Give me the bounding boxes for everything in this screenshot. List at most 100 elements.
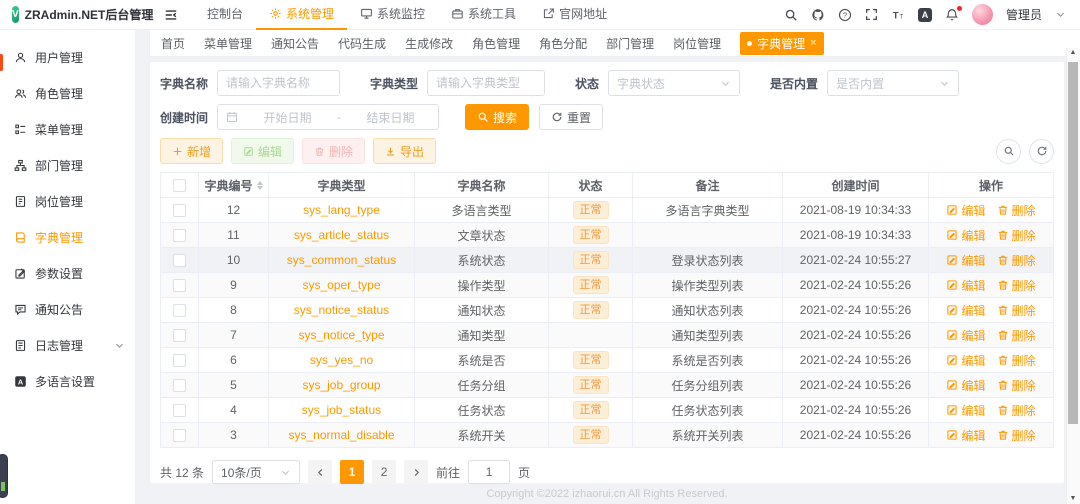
- scrollbar[interactable]: ▲ ▼: [1066, 30, 1080, 504]
- top-nav-item[interactable]: 控制台: [194, 0, 256, 30]
- row-delete-button[interactable]: 删除: [997, 402, 1036, 419]
- show-search-icon[interactable]: [996, 138, 1021, 164]
- row-edit-button[interactable]: 编辑: [946, 277, 986, 294]
- builtin-select[interactable]: 是否内置: [827, 70, 960, 96]
- sidebar-item[interactable]: 部门管理: [0, 147, 135, 183]
- col-dict-id[interactable]: 字典编号: [199, 173, 269, 198]
- row-checkbox[interactable]: [173, 353, 186, 367]
- row-edit-button[interactable]: 编辑: [946, 302, 986, 319]
- page-button[interactable]: 2: [372, 460, 397, 484]
- row-delete-button[interactable]: 删除: [997, 377, 1036, 394]
- floating-widget[interactable]: [0, 454, 8, 498]
- row-checkbox[interactable]: [173, 203, 186, 217]
- logo[interactable]: V ZRAdmin.NET后台管理: [0, 6, 153, 23]
- row-checkbox[interactable]: [173, 278, 186, 292]
- row-delete-button[interactable]: 删除: [997, 302, 1036, 319]
- scroll-up-icon[interactable]: ▲: [1066, 49, 1080, 56]
- tab-item[interactable]: 首页: [161, 35, 185, 52]
- dict-type-link[interactable]: sys_normal_disable: [269, 423, 415, 448]
- row-edit-button[interactable]: 编辑: [946, 202, 986, 219]
- tab-item[interactable]: 菜单管理: [204, 35, 252, 52]
- search-button[interactable]: 搜索: [465, 104, 530, 130]
- page-button[interactable]: 1: [340, 460, 365, 484]
- dict-name-input[interactable]: [217, 70, 341, 96]
- tab-item[interactable]: 生成修改: [405, 35, 453, 52]
- dict-type-link[interactable]: sys_job_group: [269, 373, 415, 398]
- row-delete-button[interactable]: 删除: [997, 277, 1036, 294]
- refresh-table-icon[interactable]: [1029, 138, 1054, 164]
- row-edit-button[interactable]: 编辑: [946, 377, 986, 394]
- export-button[interactable]: 导出: [373, 138, 437, 164]
- row-delete-button[interactable]: 删除: [997, 427, 1036, 444]
- scroll-down-icon[interactable]: ▼: [1066, 495, 1080, 502]
- github-icon[interactable]: [811, 8, 825, 22]
- notification-bell-icon[interactable]: [945, 5, 962, 22]
- dict-type-link[interactable]: sys_yes_no: [269, 348, 415, 373]
- row-checkbox[interactable]: [173, 378, 186, 392]
- next-page-button[interactable]: [404, 460, 429, 484]
- dict-type-link[interactable]: sys_article_status: [269, 223, 415, 248]
- dict-type-input[interactable]: [427, 70, 546, 96]
- dict-type-link[interactable]: sys_common_status: [269, 248, 415, 273]
- tab-active[interactable]: 字典管理 ×: [740, 31, 824, 55]
- sidebar-item[interactable]: 角色管理: [0, 75, 135, 111]
- top-nav-item[interactable]: 系统监控: [347, 0, 438, 30]
- font-size-icon[interactable]: TT: [891, 8, 905, 22]
- user-name[interactable]: 管理员: [1006, 6, 1042, 23]
- row-delete-button[interactable]: 删除: [997, 202, 1036, 219]
- sidebar-item[interactable]: 菜单管理: [0, 111, 135, 147]
- reset-button[interactable]: 重置: [539, 104, 604, 130]
- sidebar-item[interactable]: 通知公告: [0, 291, 135, 327]
- row-checkbox[interactable]: [173, 303, 186, 317]
- search-icon[interactable]: [784, 8, 798, 22]
- row-edit-button[interactable]: 编辑: [946, 227, 986, 244]
- status-select[interactable]: 字典状态: [608, 70, 741, 96]
- row-delete-button[interactable]: 删除: [997, 227, 1036, 244]
- tab-item[interactable]: 角色分配: [539, 35, 587, 52]
- avatar[interactable]: [971, 4, 993, 25]
- sidebar-item[interactable]: 参数设置: [0, 255, 135, 291]
- edit-button[interactable]: 编辑: [231, 138, 295, 164]
- sidebar-item[interactable]: 字典管理: [0, 219, 135, 255]
- sidebar-collapse-icon[interactable]: [164, 8, 178, 22]
- row-checkbox[interactable]: [173, 253, 186, 267]
- row-checkbox[interactable]: [173, 428, 186, 442]
- tab-item[interactable]: 代码生成: [338, 35, 386, 52]
- fullscreen-icon[interactable]: [865, 8, 878, 21]
- sidebar-item[interactable]: 日志管理: [0, 327, 135, 363]
- add-button[interactable]: 新增: [160, 138, 224, 164]
- tab-item[interactable]: 部门管理: [606, 35, 654, 52]
- row-delete-button[interactable]: 删除: [997, 252, 1036, 269]
- sidebar-item[interactable]: A 多语言设置: [0, 363, 135, 399]
- dict-type-link[interactable]: sys_notice_type: [269, 323, 415, 348]
- dict-type-link[interactable]: sys_oper_type: [269, 273, 415, 298]
- row-edit-button[interactable]: 编辑: [946, 352, 986, 369]
- dict-type-link[interactable]: sys_notice_status: [269, 298, 415, 323]
- top-nav-item[interactable]: 系统管理: [256, 0, 348, 30]
- page-size-select[interactable]: 10条/页: [212, 460, 301, 484]
- delete-button[interactable]: 删除: [302, 138, 366, 164]
- row-checkbox[interactable]: [173, 403, 186, 417]
- sort-icon[interactable]: [256, 180, 263, 190]
- row-edit-button[interactable]: 编辑: [946, 252, 986, 269]
- top-nav-item[interactable]: 官网地址: [529, 0, 620, 30]
- language-switch-icon[interactable]: A: [917, 7, 932, 22]
- scrollbar-thumb[interactable]: [1068, 62, 1078, 424]
- top-nav-item[interactable]: 系统工具: [438, 0, 529, 30]
- goto-page-input[interactable]: [468, 460, 511, 484]
- row-delete-button[interactable]: 删除: [997, 327, 1036, 344]
- row-edit-button[interactable]: 编辑: [946, 327, 986, 344]
- row-checkbox[interactable]: [173, 228, 186, 242]
- sidebar-item[interactable]: 用户管理: [0, 39, 135, 75]
- tab-item[interactable]: 岗位管理: [673, 35, 721, 52]
- tab-item[interactable]: 角色管理: [472, 35, 520, 52]
- prev-page-button[interactable]: [308, 460, 333, 484]
- row-checkbox[interactable]: [173, 328, 186, 342]
- close-icon[interactable]: ×: [810, 37, 816, 49]
- row-delete-button[interactable]: 删除: [997, 352, 1036, 369]
- row-edit-button[interactable]: 编辑: [946, 427, 986, 444]
- select-all-checkbox[interactable]: [173, 178, 186, 192]
- dict-type-link[interactable]: sys_job_status: [269, 398, 415, 423]
- dict-type-link[interactable]: sys_lang_type: [269, 198, 415, 223]
- tab-item[interactable]: 通知公告: [271, 35, 319, 52]
